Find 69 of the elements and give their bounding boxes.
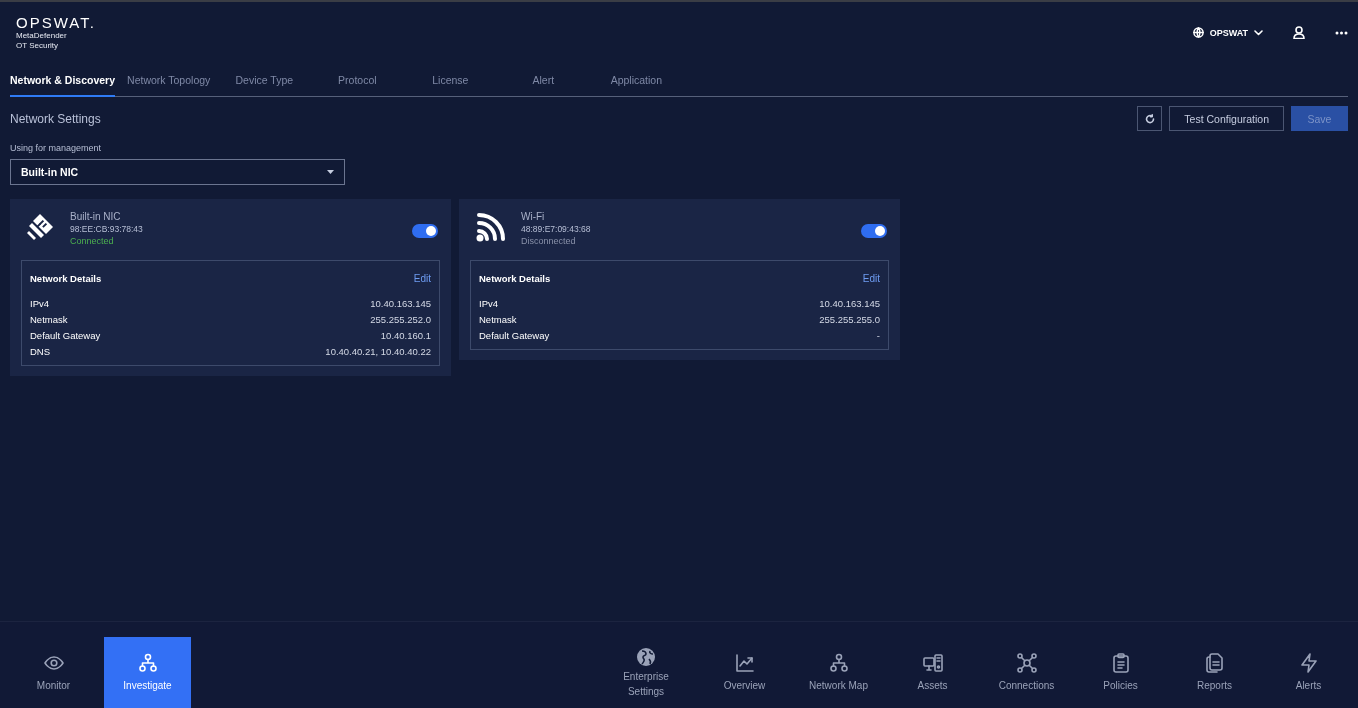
hierarchy-icon bbox=[828, 652, 849, 673]
tab[interactable]: Alert bbox=[504, 65, 583, 97]
documents-icon bbox=[1204, 652, 1225, 673]
tab[interactable]: Application bbox=[597, 65, 676, 97]
test-configuration-button[interactable]: Test Configuration bbox=[1169, 106, 1284, 131]
tab[interactable]: Network Topology bbox=[127, 65, 211, 97]
tab[interactable]: Device Type bbox=[225, 65, 304, 97]
nav-item[interactable]: Overview bbox=[701, 637, 788, 708]
detail-value: 10.40.160.1 bbox=[380, 330, 431, 341]
tab[interactable]: License bbox=[411, 65, 490, 97]
tab[interactable]: Network & Discovery bbox=[10, 65, 116, 97]
more-icon[interactable] bbox=[1335, 30, 1348, 35]
section-title: Network Settings bbox=[10, 111, 101, 126]
nav-item[interactable]: Alerts bbox=[1265, 637, 1352, 708]
clipboard-icon bbox=[1110, 652, 1131, 673]
ethernet-plug-icon bbox=[26, 211, 56, 241]
management-select[interactable]: Built-in NIC bbox=[10, 159, 345, 185]
detail-label: IPv4 bbox=[479, 298, 498, 309]
nav-item[interactable]: Enterprise Settings bbox=[598, 637, 694, 708]
toggle-switch[interactable] bbox=[412, 224, 438, 238]
nav-item[interactable]: Reports bbox=[1171, 637, 1258, 708]
chevron-down-icon bbox=[1254, 29, 1263, 36]
detail-label: DNS bbox=[30, 346, 51, 357]
tab[interactable]: Protocol bbox=[318, 65, 397, 97]
brand-logo: OPSWAT. bbox=[16, 14, 96, 31]
nav-item[interactable]: Network Map bbox=[795, 637, 882, 708]
line-chart-icon bbox=[734, 652, 755, 673]
detail-value: 255.255.252.0 bbox=[370, 314, 431, 325]
detail-label: Default Gateway bbox=[479, 330, 550, 341]
globe-icon bbox=[1192, 27, 1204, 38]
nav-item[interactable]: Policies bbox=[1077, 637, 1164, 708]
detail-value: 10.40.40.21, 10.40.40.22 bbox=[325, 346, 431, 357]
hierarchy-icon bbox=[137, 652, 158, 673]
user-icon[interactable] bbox=[1293, 26, 1305, 39]
interface-name: Wi-Fi bbox=[521, 211, 546, 222]
hub-icon bbox=[1016, 652, 1037, 673]
interface-name: Built-in NIC bbox=[70, 211, 122, 222]
field-label: Using for management bbox=[10, 143, 103, 153]
product-name: OT Security bbox=[16, 41, 60, 51]
detail-value: 255.255.255.0 bbox=[819, 314, 880, 325]
details-title: Network Details bbox=[479, 273, 551, 284]
mac-address: 98:EE:CB:93:78:43 bbox=[70, 224, 144, 234]
mac-address: 48:89:E7:09:43:68 bbox=[521, 224, 592, 234]
globe-icon bbox=[636, 646, 656, 667]
organization-dropdown[interactable]: OPSWAT bbox=[1192, 27, 1263, 38]
refresh-button[interactable] bbox=[1137, 106, 1163, 131]
detail-value: 10.40.163.145 bbox=[370, 298, 431, 309]
detail-value: 10.40.163.145 bbox=[819, 298, 880, 309]
nav-item[interactable]: Investigate bbox=[104, 637, 191, 708]
details-title: Network Details bbox=[30, 273, 102, 284]
detail-label: Default Gateway bbox=[30, 330, 101, 341]
detail-label: Netmask bbox=[479, 314, 517, 325]
detail-value: - bbox=[876, 330, 880, 341]
connection-status: Disconnected bbox=[521, 236, 577, 246]
caret-icon bbox=[327, 170, 334, 174]
toggle-switch[interactable] bbox=[861, 224, 887, 238]
refresh-icon bbox=[1144, 113, 1155, 124]
product-name: MetaDefender bbox=[16, 31, 68, 41]
lightning-icon bbox=[1298, 652, 1319, 673]
nav-item[interactable]: Connections bbox=[983, 637, 1070, 708]
edit-link[interactable]: Edit bbox=[413, 273, 431, 284]
wifi-icon bbox=[475, 211, 507, 243]
detail-label: IPv4 bbox=[30, 298, 49, 309]
nav-item[interactable]: Monitor bbox=[10, 637, 97, 708]
edit-link[interactable]: Edit bbox=[862, 273, 880, 284]
detail-label: Netmask bbox=[30, 314, 68, 325]
nav-item[interactable]: Assets bbox=[889, 637, 976, 708]
connection-status: Connected bbox=[70, 236, 115, 246]
computer-icon bbox=[922, 652, 943, 673]
